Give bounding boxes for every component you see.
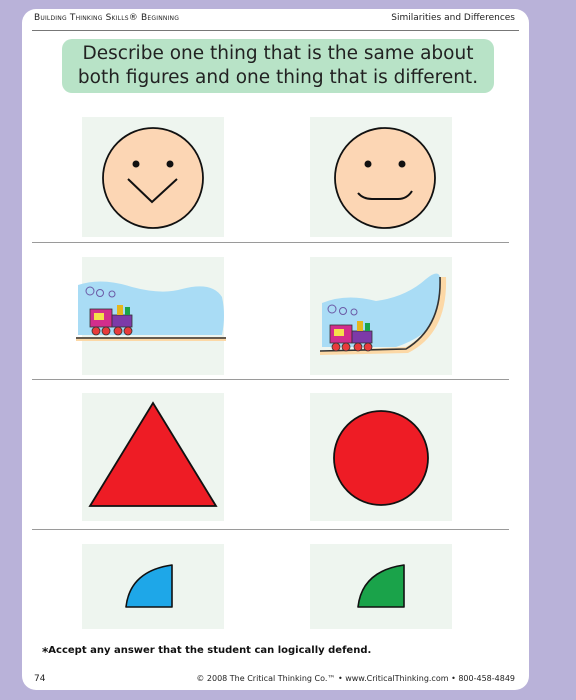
instruction-box: Describe one thing that is the same abou… [62,39,494,93]
book-title: Building Thinking Skills® Beginning [34,13,180,23]
footnote-text: Accept any answer that the student can l… [48,645,372,656]
train-flat-icon [76,281,226,341]
triangle-icon [88,401,218,507]
section-title: Similarities and Differences [391,13,515,23]
instruction-line-2: both figures and one thing that is diffe… [77,67,479,88]
row-divider-3 [32,529,509,530]
green-quarter-circle-icon [357,564,405,608]
header-rule [32,30,519,31]
footnote: *Accept any answer that the student can … [42,645,372,659]
row-divider-2 [32,379,509,380]
instruction-line-1: Describe one thing that is the same abou… [82,43,474,64]
face-v-smile-icon [102,127,204,229]
circle-icon [333,410,429,506]
train-ramp-icon [319,273,447,355]
worksheet-page: Building Thinking Skills® Beginning Simi… [22,9,529,690]
copyright: © 2008 The Critical Thinking Co.™ • www.… [196,674,515,683]
page-number: 74 [34,674,46,684]
blue-quarter-circle-icon [125,564,173,608]
face-smile-icon [334,127,436,229]
row-divider-1 [32,242,509,243]
